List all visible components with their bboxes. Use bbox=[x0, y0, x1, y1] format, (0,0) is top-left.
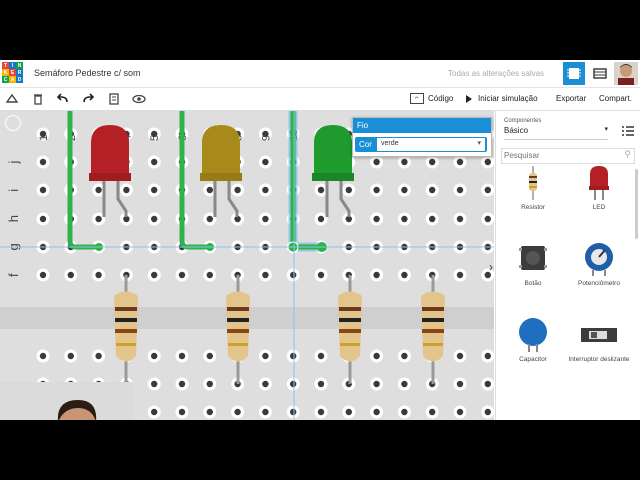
column-number: 5 bbox=[149, 135, 161, 141]
row-letter: f bbox=[6, 273, 21, 277]
component-resistor[interactable]: Resistor bbox=[498, 166, 568, 236]
wire-inspector: Fio Cor verde ▾ bbox=[352, 117, 492, 157]
undo-icon[interactable] bbox=[55, 91, 71, 107]
play-icon bbox=[466, 94, 472, 103]
logo-letter: I bbox=[9, 62, 16, 69]
tinkercad-window: TINKERCAD Semáforo Pedestre c/ som Todas… bbox=[0, 60, 640, 420]
logo-letter: A bbox=[9, 76, 16, 83]
wire-inspector-title: Fio bbox=[353, 118, 491, 133]
expand-panel-chevron-icon[interactable]: › bbox=[489, 260, 493, 274]
component-pushbutton[interactable]: Botão bbox=[498, 242, 568, 312]
logo-letter: N bbox=[16, 62, 23, 69]
saved-status: Todas as alterações salvas bbox=[448, 69, 545, 78]
top-bar: TINKERCAD Semáforo Pedestre c/ som Todas… bbox=[0, 60, 640, 88]
led-icon bbox=[564, 166, 634, 200]
potentiometer-icon bbox=[564, 242, 634, 276]
panel-scrollbar[interactable] bbox=[635, 169, 638, 239]
notes-icon[interactable] bbox=[106, 91, 122, 107]
search-input[interactable] bbox=[504, 149, 614, 161]
component-capacitor[interactable]: Capacitor bbox=[498, 318, 568, 388]
user-avatar[interactable] bbox=[614, 62, 638, 85]
column-number: 9 bbox=[260, 135, 272, 141]
presenter-video bbox=[0, 382, 133, 420]
column-number: 1 bbox=[38, 135, 50, 141]
category-select[interactable]: Básico ▾ bbox=[504, 115, 608, 140]
start-simulation-label: Iniciar simulação bbox=[478, 94, 538, 103]
logo-letter: T bbox=[2, 62, 9, 69]
logo-letter: R bbox=[16, 69, 23, 76]
capacitor-icon bbox=[498, 318, 568, 352]
circuit-view-icon[interactable] bbox=[563, 62, 585, 85]
code-button-label: Código bbox=[428, 94, 454, 103]
component-label: Interruptor deslizante bbox=[568, 356, 630, 363]
row-letter: i bbox=[6, 189, 21, 192]
export-button[interactable]: Exportar bbox=[556, 92, 586, 106]
component-label: Capacitor bbox=[519, 356, 547, 363]
category-value: Básico bbox=[504, 126, 529, 135]
component-label: Potenciômetro bbox=[578, 280, 620, 287]
component-label: LED bbox=[592, 204, 606, 211]
components-panel: Componentes Básico ▾ ⚲ ResistorLEDBotãoP… bbox=[495, 111, 640, 420]
component-led[interactable]: LED bbox=[564, 166, 634, 236]
component-label: Resistor bbox=[521, 204, 545, 211]
design-title[interactable]: Semáforo Pedestre c/ som bbox=[34, 68, 141, 78]
fit-view-icon[interactable] bbox=[5, 115, 21, 131]
delete-icon[interactable] bbox=[30, 91, 46, 107]
row-letter: j bbox=[6, 160, 21, 164]
code-button[interactable]: ⌐ Código bbox=[410, 92, 453, 106]
list-view-icon[interactable] bbox=[590, 62, 610, 85]
search-box: ⚲ bbox=[501, 148, 635, 164]
redo-icon[interactable] bbox=[80, 91, 96, 107]
slide-switch-icon bbox=[564, 318, 634, 352]
toolbar: ⌐ Código Iniciar simulação Exportar Compa… bbox=[0, 88, 640, 111]
logo-letter: C bbox=[2, 76, 9, 83]
component-label: Botão bbox=[524, 280, 542, 287]
tinkercad-logo[interactable]: TINKERCAD bbox=[2, 62, 24, 84]
component-potentiometer[interactable]: Potenciômetro bbox=[564, 242, 634, 312]
row-letter: h bbox=[6, 215, 21, 222]
wire-color-label: Cor bbox=[359, 140, 372, 149]
rotate-icon[interactable] bbox=[4, 91, 20, 107]
logo-letter: E bbox=[9, 69, 16, 76]
logo-letter: D bbox=[16, 76, 23, 83]
logo-letter: K bbox=[2, 69, 9, 76]
category-caret-icon: ▾ bbox=[604, 126, 608, 133]
list-toggle-icon[interactable] bbox=[622, 123, 634, 141]
dropdown-caret-icon: ▾ bbox=[477, 140, 481, 147]
share-button[interactable]: Compart. bbox=[599, 92, 632, 106]
start-simulation-button[interactable]: Iniciar simulação bbox=[466, 92, 538, 106]
code-icon: ⌐ bbox=[410, 93, 424, 105]
pushbutton-icon bbox=[498, 242, 568, 276]
wire-color-value: verde bbox=[381, 140, 399, 147]
visibility-eye-icon[interactable] bbox=[131, 91, 147, 107]
search-icon: ⚲ bbox=[624, 149, 631, 159]
wire-color-select[interactable]: verde ▾ bbox=[377, 138, 485, 151]
component-slide-switch[interactable]: Interruptor deslizante bbox=[564, 318, 634, 388]
resistor-icon bbox=[498, 166, 568, 200]
webcam-overlay bbox=[0, 382, 133, 420]
circuit-canvas[interactable]: 1234567891011jihgf bbox=[0, 111, 494, 420]
